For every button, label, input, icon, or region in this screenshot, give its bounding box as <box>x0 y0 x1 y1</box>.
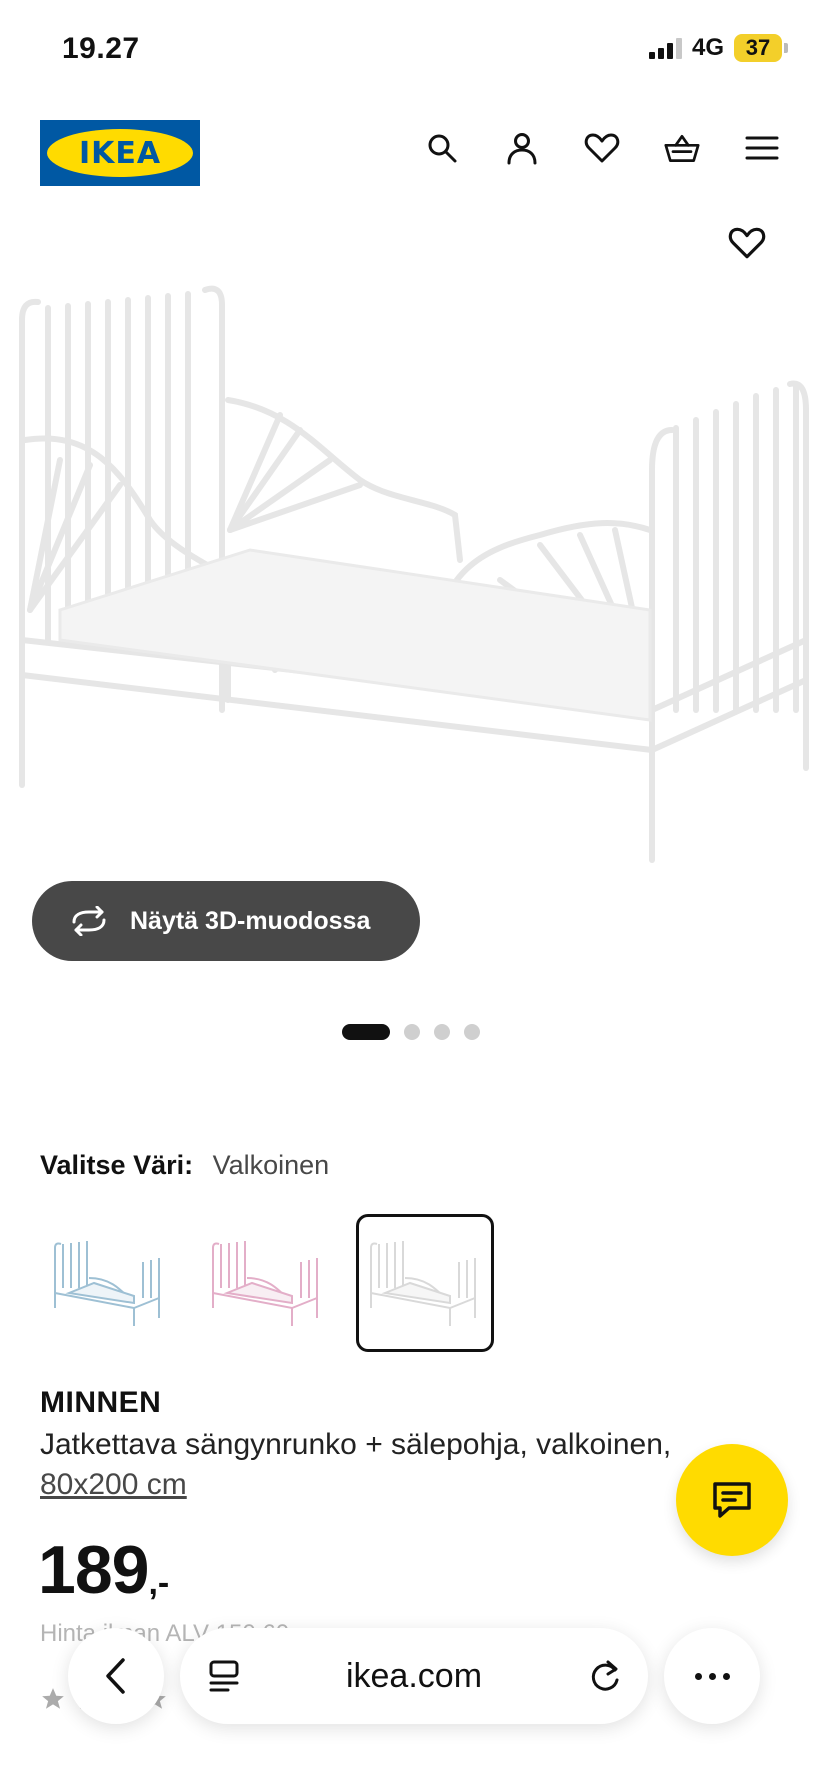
view-3d-button[interactable]: Näytä 3D-muodossa <box>32 881 420 961</box>
chat-icon <box>713 1482 751 1518</box>
price-integer: 189 <box>38 1532 149 1608</box>
color-value: Valkoinen <box>212 1150 330 1180</box>
chevron-left-icon <box>106 1658 125 1694</box>
gallery-dot-4[interactable] <box>464 1024 480 1040</box>
product-name: MINNEN <box>40 1386 162 1419</box>
color-label: Valitse Väri: <box>40 1150 194 1180</box>
gallery-pagination <box>342 1024 480 1040</box>
status-indicators: 4G 37 <box>648 34 788 62</box>
more-icon <box>694 1672 730 1680</box>
product-size-link[interactable]: 80x200 cm <box>40 1468 187 1502</box>
product-image[interactable] <box>0 280 828 880</box>
ikea-logo[interactable]: IKEA <box>40 120 200 186</box>
site-header: IKEA <box>0 100 828 210</box>
network-type: 4G <box>691 34 724 61</box>
menu-icon[interactable] <box>744 130 780 166</box>
gallery-dot-1[interactable] <box>342 1024 390 1040</box>
gallery-dot-3[interactable] <box>434 1024 450 1040</box>
add-to-favourites-heart-icon[interactable] <box>728 226 768 266</box>
price-suffix: ,- <box>148 1564 170 1602</box>
status-time: 19.27 <box>62 32 140 65</box>
product-price: 189 ,- <box>38 1536 169 1604</box>
basket-icon[interactable] <box>664 130 700 166</box>
header-actions <box>424 130 780 166</box>
browser-back-button[interactable] <box>68 1628 164 1724</box>
browser-more-button[interactable] <box>664 1628 760 1724</box>
logo-text: IKEA <box>78 135 162 171</box>
chat-button[interactable] <box>676 1444 788 1556</box>
user-icon[interactable] <box>504 130 540 166</box>
search-icon[interactable] <box>424 130 460 166</box>
reader-tabs-icon <box>209 1660 239 1692</box>
color-selector-heading: Valitse Väri: Valkoinen <box>40 1150 329 1181</box>
view-3d-label: Näytä 3D-muodossa <box>130 906 371 935</box>
url-text: ikea.com <box>345 1656 483 1695</box>
signal-icon <box>648 37 682 59</box>
swatch-light-blue[interactable] <box>40 1214 178 1352</box>
swatch-light-pink[interactable] <box>198 1214 336 1352</box>
status-bar: 19.27 4G 37 <box>0 0 828 100</box>
reload-icon[interactable] <box>588 1658 622 1694</box>
battery-level: 37 <box>734 34 782 62</box>
browser-toolbar: ikea.com <box>0 1620 828 1740</box>
swatch-white-selected[interactable] <box>356 1214 494 1352</box>
heart-icon[interactable] <box>584 130 620 166</box>
rotate-3d-icon <box>72 906 106 936</box>
color-swatches <box>40 1214 494 1352</box>
gallery-dot-2[interactable] <box>404 1024 420 1040</box>
battery-icon: 37 <box>734 34 788 62</box>
address-bar[interactable]: ikea.com <box>180 1628 648 1724</box>
product-description: Jatkettava sängynrunko + sälepohja, valk… <box>40 1428 672 1461</box>
